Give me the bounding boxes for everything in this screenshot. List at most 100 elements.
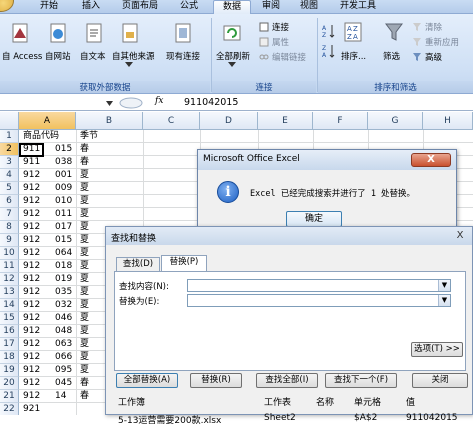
- tab-data[interactable]: 数据: [213, 0, 251, 15]
- existing-connections-icon[interactable]: [173, 22, 193, 46]
- cell-a-code-part[interactable]: 018: [52, 260, 76, 273]
- row-header[interactable]: 14: [0, 299, 19, 312]
- other-sources-icon[interactable]: [120, 22, 140, 46]
- cell-a-code-part[interactable]: 912: [20, 390, 46, 403]
- row-header[interactable]: 4: [0, 169, 19, 182]
- cell-b1-header[interactable]: 季节: [77, 130, 137, 143]
- replace-all-button[interactable]: 全部替换(A): [116, 373, 178, 388]
- refresh-all-icon[interactable]: [222, 22, 242, 46]
- cell-a-code-part[interactable]: 14: [52, 390, 76, 403]
- row-header[interactable]: 7: [0, 208, 19, 221]
- filter-funnel-icon[interactable]: [384, 20, 404, 44]
- row-header[interactable]: 16: [0, 325, 19, 338]
- cell-a-code-part[interactable]: 912: [20, 247, 46, 260]
- row-header[interactable]: 9: [0, 234, 19, 247]
- properties-button[interactable]: 属性: [272, 36, 289, 48]
- cell-a-code-part[interactable]: 912: [20, 325, 46, 338]
- cell-a-code-part[interactable]: 912: [20, 260, 46, 273]
- cell-a-code-part[interactable]: 035: [52, 286, 76, 299]
- from-access-button[interactable]: 自 Access: [2, 50, 42, 62]
- row-header[interactable]: 22: [0, 403, 19, 415]
- tab-page-layout[interactable]: 页面布局: [114, 0, 166, 14]
- cell-a-code-part[interactable]: 911: [20, 156, 46, 169]
- filter-button[interactable]: 筛选: [383, 50, 400, 62]
- insert-function-button[interactable]: fx: [155, 96, 163, 106]
- row-header[interactable]: 2: [0, 143, 19, 156]
- row-header[interactable]: 1: [0, 130, 19, 143]
- cell-a-code-part[interactable]: 048: [52, 325, 76, 338]
- row-header[interactable]: 21: [0, 390, 19, 403]
- column-header-f[interactable]: F: [313, 112, 368, 130]
- access-database-icon[interactable]: [10, 22, 30, 46]
- from-other-sources-button[interactable]: 自其他来源: [112, 50, 155, 62]
- office-button[interactable]: [0, 0, 14, 12]
- cell-a-code-part[interactable]: 912: [20, 273, 46, 286]
- column-header-g[interactable]: G: [368, 112, 423, 130]
- clear-button[interactable]: 清除: [425, 21, 442, 33]
- row-header[interactable]: 10: [0, 247, 19, 260]
- cell-a-code-part[interactable]: 011: [52, 208, 76, 221]
- find-replace-titlebar[interactable]: 查找和替换 X: [106, 227, 472, 245]
- find-what-input[interactable]: ▼: [187, 279, 451, 292]
- cell-a-code-part[interactable]: 921: [20, 403, 46, 415]
- column-header-a[interactable]: A: [19, 112, 76, 130]
- cell-a-code-part[interactable]: 064: [52, 247, 76, 260]
- web-icon[interactable]: [48, 22, 68, 46]
- cell-b-season[interactable]: 春: [77, 143, 137, 156]
- row-header[interactable]: 20: [0, 377, 19, 390]
- cell-a-code-part[interactable]: 032: [52, 299, 76, 312]
- cell-a-code-part[interactable]: 912: [20, 195, 46, 208]
- cell-a-code-part[interactable]: 912: [20, 286, 46, 299]
- cell-a-code-part[interactable]: 912: [20, 221, 46, 234]
- replace-with-input[interactable]: ▼: [187, 294, 451, 307]
- cell-a-code-part[interactable]: 912: [20, 377, 46, 390]
- dropdown-arrow-icon[interactable]: [106, 101, 113, 106]
- tab-find[interactable]: 查找(D): [116, 257, 160, 271]
- row-header[interactable]: 6: [0, 195, 19, 208]
- formula-input[interactable]: 911042015: [184, 97, 238, 108]
- existing-connections-button[interactable]: 现有连接: [166, 50, 200, 62]
- cell-a-code-part[interactable]: 009: [52, 182, 76, 195]
- refresh-all-button[interactable]: 全部刷新: [216, 50, 250, 62]
- row-header[interactable]: 11: [0, 260, 19, 273]
- from-web-button[interactable]: 自网站: [45, 50, 71, 62]
- cell-a-code-part[interactable]: 063: [52, 338, 76, 351]
- cell-a-code-part[interactable]: 912: [20, 234, 46, 247]
- cell-a-code-part[interactable]: 912: [20, 338, 46, 351]
- chevron-down-icon[interactable]: ▼: [438, 280, 450, 291]
- cell-a-code-part[interactable]: 912: [20, 299, 46, 312]
- ok-button[interactable]: 确定: [286, 211, 342, 227]
- cell-a-code-part[interactable]: 912: [20, 208, 46, 221]
- cell-a-code-part[interactable]: 001: [52, 169, 76, 182]
- row-header[interactable]: 15: [0, 312, 19, 325]
- cell-b-season[interactable]: 夏: [77, 208, 137, 221]
- cell-a-code-part[interactable]: 038: [52, 156, 76, 169]
- connections-button[interactable]: 连接: [272, 21, 289, 33]
- sort-ascending-icon[interactable]: AZ: [322, 24, 336, 38]
- cell-a-code-part[interactable]: 015: [52, 143, 76, 156]
- cell-b-season[interactable]: 夏: [77, 195, 137, 208]
- column-header-d[interactable]: D: [200, 112, 258, 130]
- edit-links-button[interactable]: 编辑链接: [272, 51, 306, 63]
- cell-a1-header[interactable]: 商品代码: [20, 130, 76, 143]
- row-header[interactable]: 3: [0, 156, 19, 169]
- sort-dialog-icon[interactable]: AZ ZA: [343, 20, 363, 44]
- cell-b-season[interactable]: 夏: [77, 182, 137, 195]
- cell-a-code-part[interactable]: 066: [52, 351, 76, 364]
- replace-button[interactable]: 替换(R): [190, 373, 242, 388]
- cell-a-code-part[interactable]: 912: [20, 169, 46, 182]
- tab-developer[interactable]: 开发工具: [332, 0, 384, 14]
- column-header-h[interactable]: H: [423, 112, 473, 130]
- from-text-button[interactable]: 自文本: [80, 50, 106, 62]
- column-header-b[interactable]: B: [76, 112, 143, 130]
- text-file-icon[interactable]: [84, 22, 104, 46]
- cell-a-code-part[interactable]: 912: [20, 312, 46, 325]
- row-header[interactable]: 19: [0, 364, 19, 377]
- tab-insert[interactable]: 插入: [72, 0, 110, 14]
- cell-a-code-part[interactable]: 095: [52, 364, 76, 377]
- close-button[interactable]: 关闭: [412, 373, 468, 388]
- cell-a-code-part[interactable]: 912: [20, 182, 46, 195]
- select-all-corner[interactable]: [0, 112, 19, 130]
- cell-a-code-part[interactable]: 010: [52, 195, 76, 208]
- sort-button[interactable]: 排序...: [341, 50, 366, 62]
